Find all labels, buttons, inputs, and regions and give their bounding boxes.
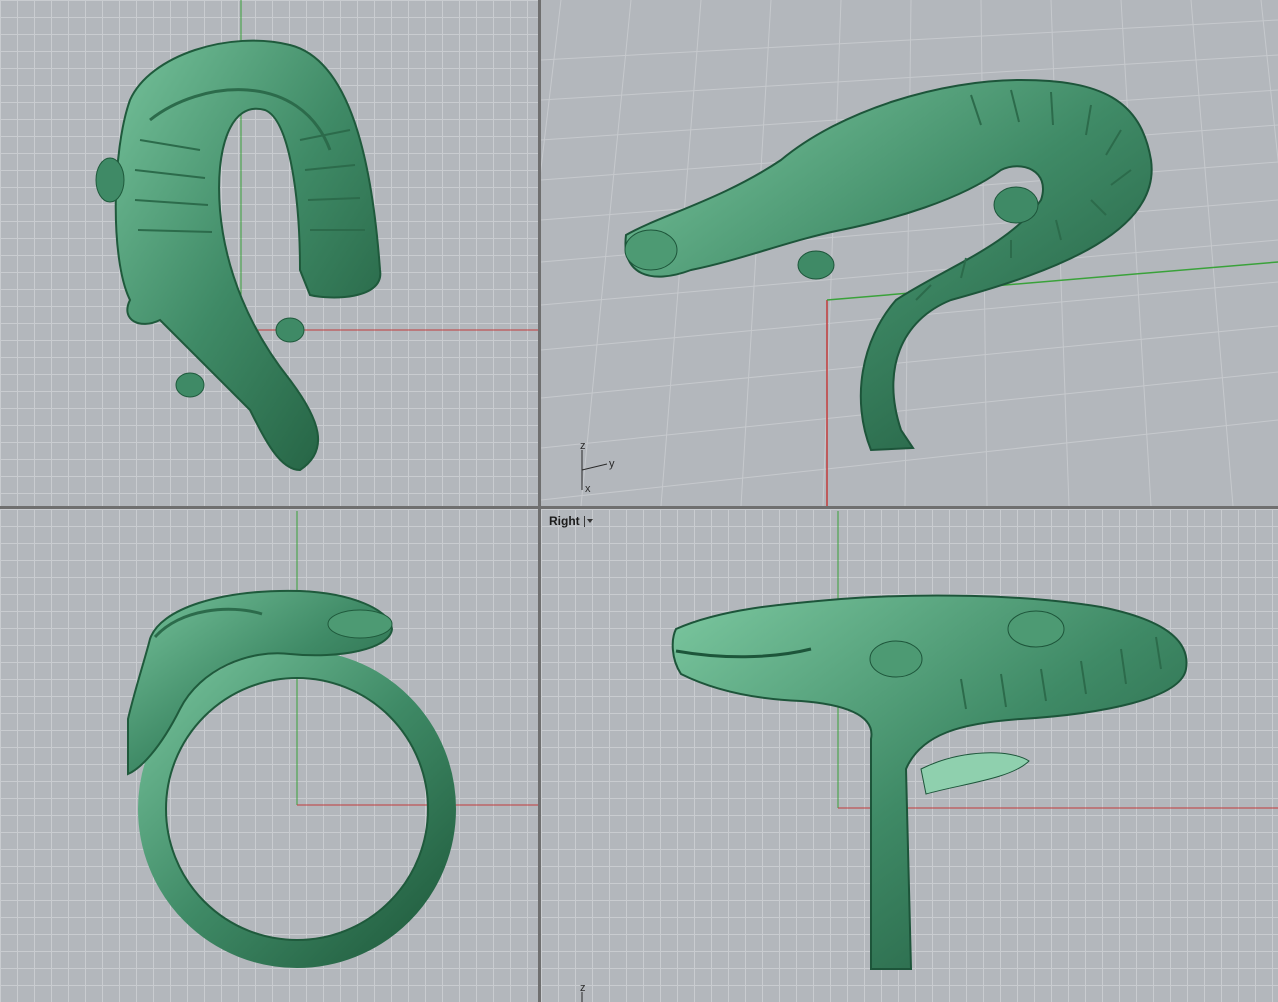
viewport-title-label: Right	[549, 514, 580, 528]
axis-z-label: z	[580, 982, 586, 994]
axis-y-label: y	[609, 458, 615, 470]
axis-z-label: z	[580, 440, 586, 452]
top-view-canvas[interactable]	[0, 0, 538, 506]
perspective-view-canvas[interactable]	[541, 0, 1278, 506]
right-view-canvas[interactable]	[541, 509, 1278, 1002]
viewport-front[interactable]	[0, 509, 538, 1002]
alligator-ring-model[interactable]	[95, 39, 382, 472]
viewport-perspective[interactable]: z y x	[541, 0, 1278, 506]
alligator-ring-model[interactable]	[127, 589, 456, 968]
y-axis-line	[826, 261, 1278, 301]
front-view-canvas[interactable]	[0, 509, 538, 1002]
viewport-layout: z y x Right z	[0, 0, 1278, 1002]
axis-orientation-widget: z	[577, 982, 597, 1002]
viewport-top[interactable]	[0, 0, 538, 506]
viewport-right[interactable]: Right z	[541, 509, 1278, 1002]
axis-orientation-widget: z y x	[577, 440, 627, 500]
alligator-ring-model[interactable]	[624, 78, 1153, 452]
alligator-ring-model[interactable]	[671, 594, 1188, 970]
dropdown-caret-icon[interactable]	[583, 515, 594, 527]
viewport-title-right[interactable]: Right	[549, 514, 594, 528]
axis-x-label: x	[585, 483, 591, 495]
